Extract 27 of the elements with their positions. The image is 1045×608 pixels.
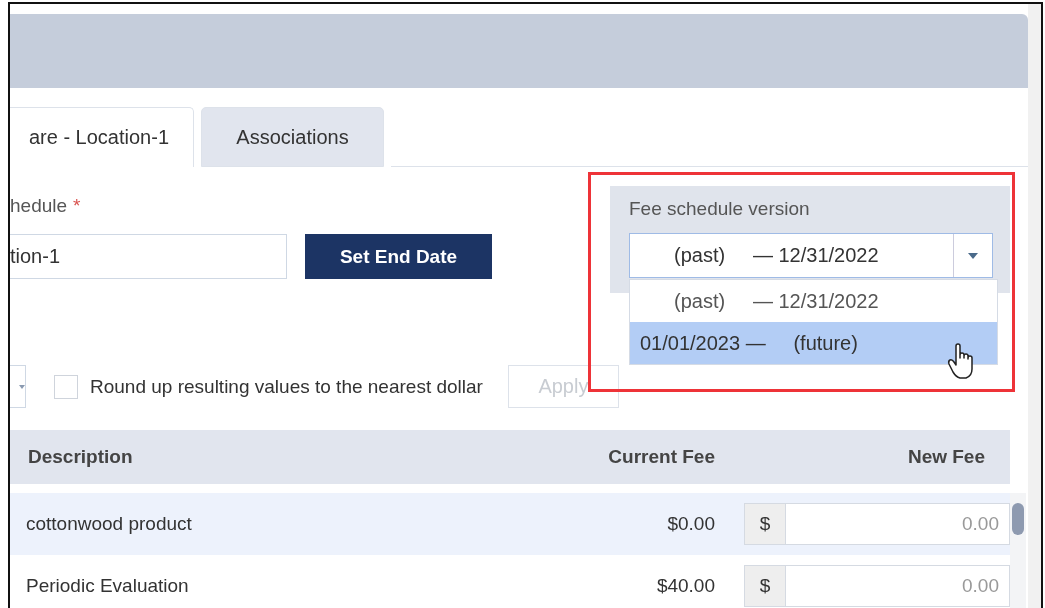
- version-select[interactable]: (past) — 12/31/2022: [629, 233, 993, 278]
- column-header: Description: [27, 446, 134, 468]
- table-cell-text: Periodic Evaluation: [25, 575, 190, 597]
- checkbox[interactable]: [54, 374, 78, 399]
- input-field[interactable]: tion-1: [10, 234, 287, 279]
- table-cell-text: cottonwood product: [25, 513, 193, 535]
- required-mark: *: [73, 195, 81, 218]
- fee-input[interactable]: $ 0.00: [744, 503, 1010, 545]
- table-cell-text: $0.00: [666, 513, 715, 535]
- tab[interactable]: are - Location-1: [10, 107, 194, 167]
- scrollbar[interactable]: [1010, 493, 1026, 608]
- dropdown-option[interactable]: (past) — 12/31/2022: [630, 280, 997, 322]
- column-header: Current Fee: [607, 446, 715, 468]
- select-field[interactable]: [10, 365, 26, 408]
- field-label: Fee schedule version: [629, 198, 811, 220]
- fee-input[interactable]: $ 0.00: [744, 565, 1010, 607]
- checkbox-label: Round up resulting values to the nearest dollar: [90, 375, 483, 398]
- caret-icon: [967, 251, 979, 260]
- table-cell-text: $40.00: [655, 575, 715, 597]
- table-row[interactable]: Periodic Evaluation $40.00 $ 0.00: [10, 555, 1010, 608]
- caret-icon: [19, 383, 25, 390]
- set-end-date-button[interactable]: Set End Date: [305, 234, 492, 279]
- tab[interactable]: Associations: [201, 107, 384, 167]
- dropdown-option[interactable]: 01/01/2023 — (future): [630, 322, 997, 364]
- table-row[interactable]: cottonwood product $0.00 $ 0.00: [10, 493, 1010, 555]
- column-header: New Fee: [906, 446, 985, 468]
- field-label: hedule: [10, 195, 68, 218]
